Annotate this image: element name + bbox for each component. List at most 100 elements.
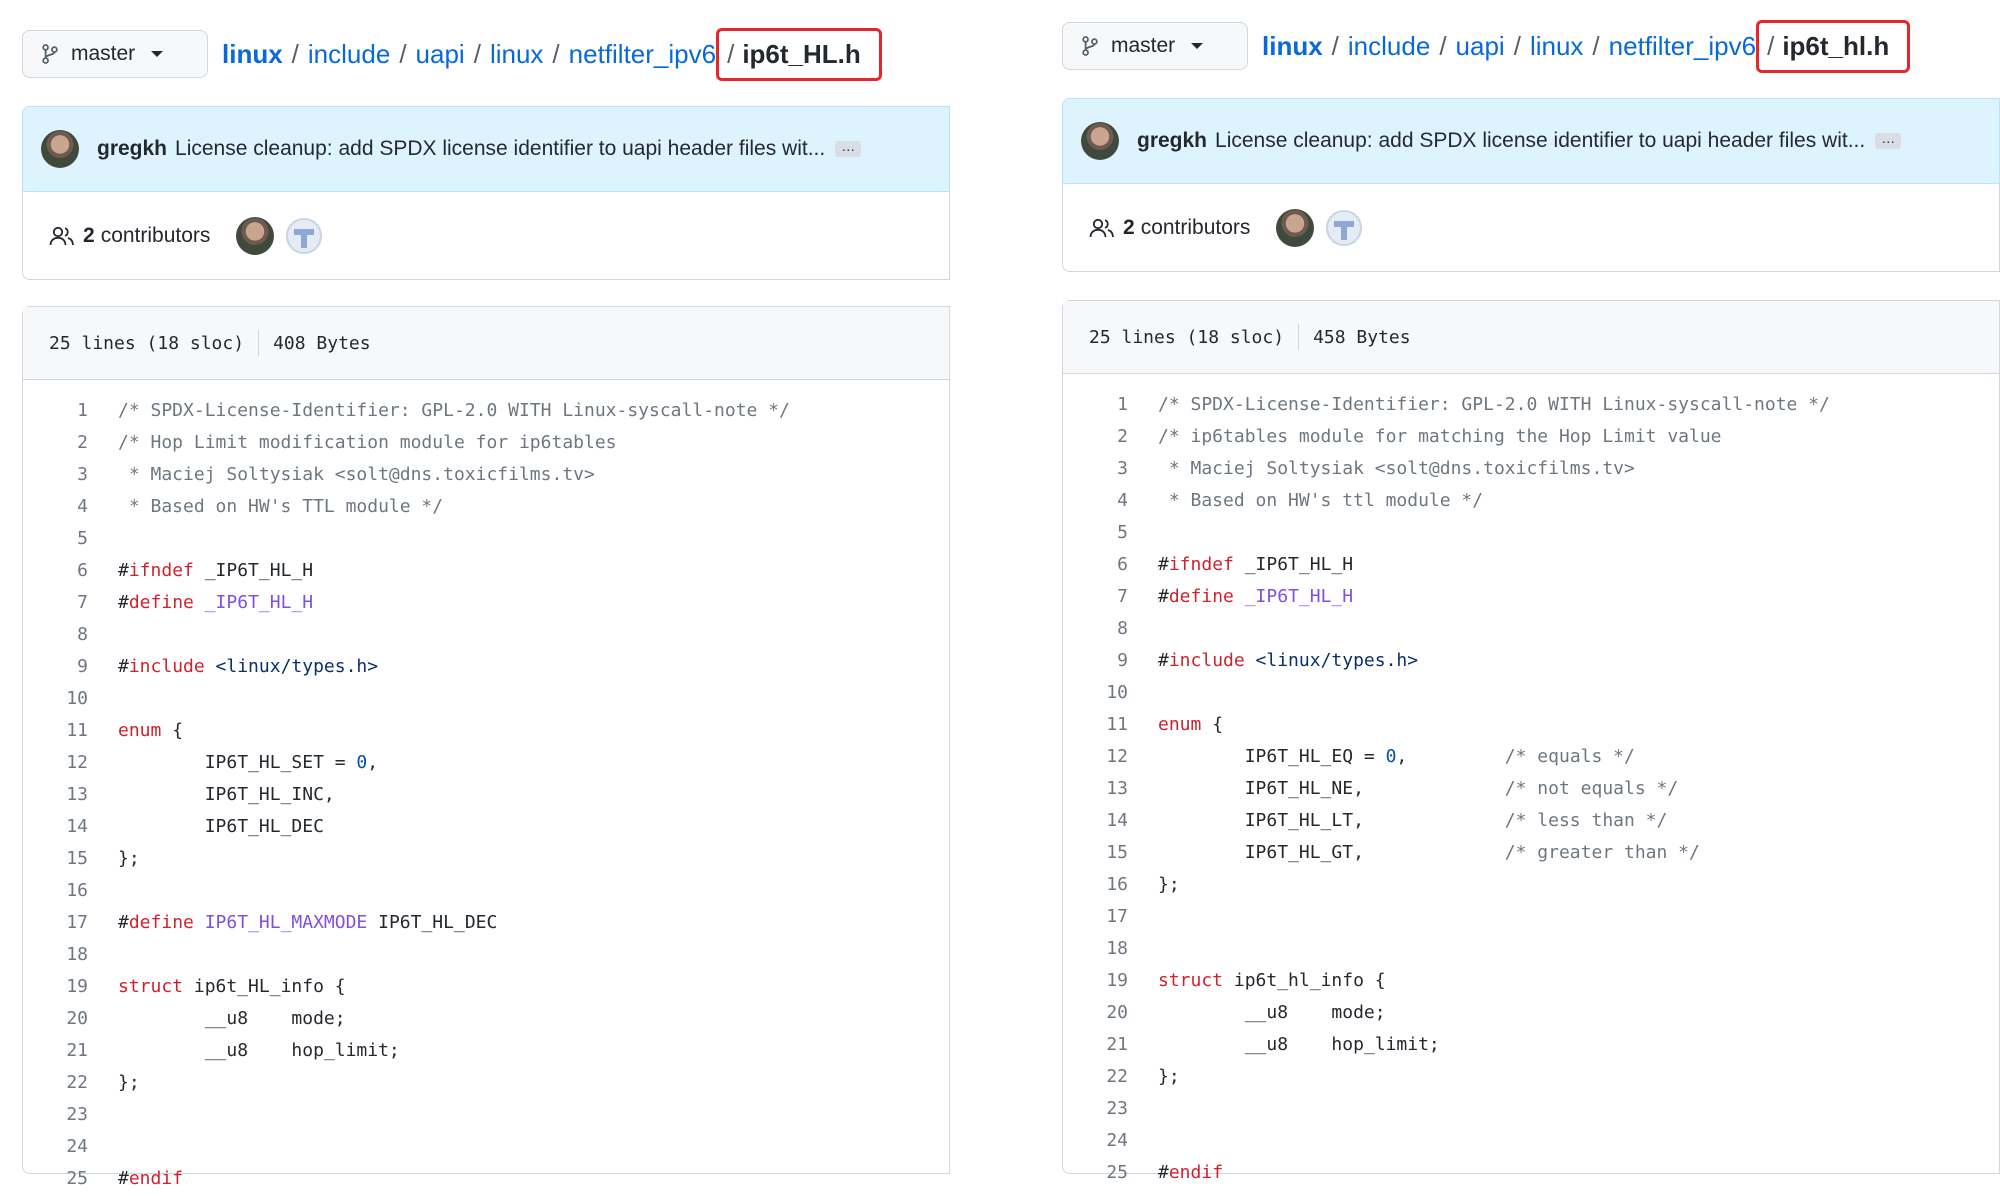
author-avatar[interactable]	[41, 130, 79, 168]
breadcrumb-link-netfilter-ipv6[interactable]: netfilter_ipv6	[1609, 31, 1756, 62]
code-token: IP6T_HL_EQ =	[1158, 745, 1386, 767]
contributors-count[interactable]: 2	[83, 224, 95, 248]
line-number[interactable]: 22	[1063, 1066, 1128, 1087]
line-number[interactable]: 6	[1063, 554, 1128, 575]
line-number[interactable]: 17	[23, 912, 88, 933]
line-number[interactable]: 25	[23, 1168, 88, 1189]
contributor-identicon-avatar[interactable]	[1326, 209, 1363, 246]
line-number[interactable]: 8	[23, 624, 88, 645]
breadcrumb-link-linux[interactable]: linux	[490, 39, 543, 70]
latest-commit-bar: gregkh License cleanup: add SPDX license…	[1062, 98, 2000, 184]
commit-author-link[interactable]: gregkh	[1137, 129, 1207, 153]
line-number[interactable]: 14	[23, 816, 88, 837]
branch-select-button[interactable]: master	[1062, 22, 1248, 70]
line-number[interactable]: 23	[1063, 1098, 1128, 1119]
line-number[interactable]: 13	[23, 784, 88, 805]
contributors-count[interactable]: 2	[1123, 216, 1135, 240]
line-number[interactable]: 10	[23, 688, 88, 709]
line-number[interactable]: 19	[23, 976, 88, 997]
line-number[interactable]: 18	[1063, 938, 1128, 959]
line-number[interactable]: 16	[1063, 874, 1128, 895]
contributor-identicon-avatar[interactable]	[286, 217, 323, 254]
line-number[interactable]: 20	[1063, 1002, 1128, 1023]
line-number[interactable]: 9	[23, 656, 88, 677]
line-number[interactable]: 2	[1063, 426, 1128, 447]
line-number[interactable]: 15	[23, 848, 88, 869]
line-number[interactable]: 2	[23, 432, 88, 453]
line-content: #define _IP6T_HL_H	[1128, 586, 1353, 607]
line-number[interactable]: 19	[1063, 970, 1128, 991]
code-token: __u8 hop_limit;	[118, 1039, 400, 1061]
breadcrumb-link-netfilter-ipv6[interactable]: netfilter_ipv6	[569, 39, 716, 70]
breadcrumb-root-link[interactable]: linux	[1262, 31, 1323, 62]
line-number[interactable]: 3	[1063, 458, 1128, 479]
commit-author-link[interactable]: gregkh	[97, 137, 167, 161]
branch-name: master	[1111, 34, 1176, 57]
code-token: define	[128, 911, 194, 933]
code-line: 25 #endif	[23, 1162, 949, 1194]
commit-message-link[interactable]: License cleanup: add SPDX license identi…	[175, 137, 825, 161]
line-number[interactable]: 4	[1063, 490, 1128, 511]
commit-expand-button[interactable]: …	[1875, 131, 1902, 149]
code-line: 8	[23, 618, 949, 650]
line-number[interactable]: 11	[23, 720, 88, 741]
commit-message-link[interactable]: License cleanup: add SPDX license identi…	[1215, 129, 1865, 153]
line-number[interactable]: 22	[23, 1072, 88, 1093]
contributors-label[interactable]: contributors	[101, 224, 211, 248]
line-number[interactable]: 10	[1063, 682, 1128, 703]
contributor-avatar[interactable]	[1276, 208, 1315, 247]
code-line: 21 __u8 hop_limit;	[23, 1034, 949, 1066]
commit-expand-button[interactable]: …	[835, 139, 862, 157]
line-number[interactable]: 24	[23, 1136, 88, 1157]
line-number[interactable]: 21	[23, 1040, 88, 1061]
line-content: #ifndef _IP6T_HL_H	[1128, 554, 1353, 575]
code-line: 22};	[23, 1066, 949, 1098]
code-line: 20 __u8 mode;	[1063, 996, 1999, 1028]
author-avatar[interactable]	[1081, 122, 1119, 160]
contributors-label[interactable]: contributors	[1141, 216, 1251, 240]
breadcrumb-link-include[interactable]: include	[1348, 31, 1430, 62]
line-number[interactable]: 14	[1063, 810, 1128, 831]
line-number[interactable]: 16	[23, 880, 88, 901]
branch-select-button[interactable]: master	[22, 30, 208, 78]
line-number[interactable]: 6	[23, 560, 88, 581]
line-number[interactable]: 12	[1063, 746, 1128, 767]
line-number[interactable]: 1	[23, 400, 88, 421]
line-number[interactable]: 7	[23, 592, 88, 613]
code-line: 24	[1063, 1124, 1999, 1156]
line-number[interactable]: 4	[23, 496, 88, 517]
line-number[interactable]: 23	[23, 1104, 88, 1125]
code-token: _IP6T_HL_H	[1233, 553, 1354, 575]
code-line: 10	[1063, 676, 1999, 708]
code-line: 23	[1063, 1092, 1999, 1124]
line-number[interactable]: 8	[1063, 618, 1128, 639]
line-number[interactable]: 3	[23, 464, 88, 485]
breadcrumb-root-link[interactable]: linux	[222, 39, 283, 70]
line-number[interactable]: 17	[1063, 906, 1128, 927]
line-number[interactable]: 12	[23, 752, 88, 773]
line-number[interactable]: 5	[1063, 522, 1128, 543]
breadcrumb-link-include[interactable]: include	[308, 39, 390, 70]
line-content: enum {	[88, 720, 183, 741]
line-number[interactable]: 25	[1063, 1162, 1128, 1183]
line-number[interactable]: 20	[23, 1008, 88, 1029]
line-number[interactable]: 11	[1063, 714, 1128, 735]
breadcrumb-link-linux[interactable]: linux	[1530, 31, 1583, 62]
line-number[interactable]: 21	[1063, 1034, 1128, 1055]
line-number[interactable]: 18	[23, 944, 88, 965]
line-number[interactable]: 24	[1063, 1130, 1128, 1151]
line-number[interactable]: 7	[1063, 586, 1128, 607]
code-line: 15};	[23, 842, 949, 874]
line-number[interactable]: 9	[1063, 650, 1128, 671]
file-view-left: master linux / include / uapi / linux / …	[0, 0, 950, 1196]
line-number[interactable]: 5	[23, 528, 88, 549]
breadcrumb-link-uapi[interactable]: uapi	[1456, 31, 1505, 62]
line-number[interactable]: 1	[1063, 394, 1128, 415]
line-number[interactable]: 13	[1063, 778, 1128, 799]
filename-highlight: / ip6t_HL.h	[716, 27, 882, 81]
code-line: 13 IP6T_HL_NE, /* not equals */	[1063, 772, 1999, 804]
breadcrumb-link-uapi[interactable]: uapi	[416, 39, 465, 70]
line-number[interactable]: 15	[1063, 842, 1128, 863]
file-line-count: 25 lines (18 sloc)	[49, 332, 245, 354]
contributor-avatar[interactable]	[236, 216, 275, 255]
